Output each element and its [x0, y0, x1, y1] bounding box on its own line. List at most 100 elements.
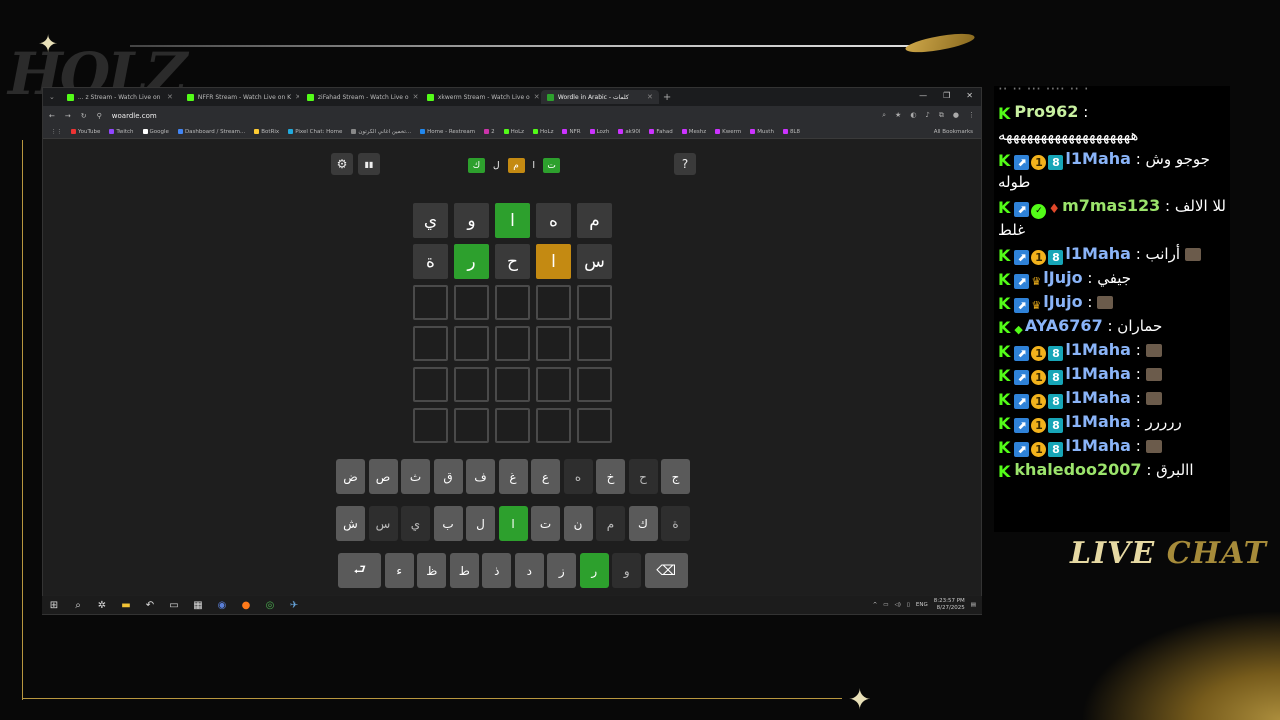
keyboard-key[interactable]: ذ [482, 553, 512, 588]
bookmark-item[interactable]: Fahad [649, 129, 673, 135]
tab-close-icon[interactable]: ✕ [167, 93, 173, 101]
app-icon[interactable]: ▦ [192, 599, 204, 611]
chat-username[interactable]: l1Maha [1065, 436, 1131, 455]
bookmark-star-icon[interactable]: ★ [895, 111, 901, 120]
stats-button[interactable]: ▮▮ [358, 153, 380, 175]
keyboard-key[interactable]: غ [498, 459, 528, 494]
keyboard-key[interactable]: ص [368, 459, 398, 494]
language-indicator[interactable]: ENG [916, 602, 928, 608]
tab-close-icon[interactable]: ✕ [647, 93, 653, 101]
keyboard-key[interactable]: ع [531, 459, 560, 494]
bookmark-item[interactable]: 2 [484, 129, 495, 135]
tab-close-icon[interactable]: ✕ [413, 93, 419, 101]
help-button[interactable]: ? [674, 153, 696, 175]
chat-username[interactable]: lJujo [1043, 268, 1082, 287]
keyboard-key[interactable]: و [612, 553, 642, 588]
keyboard-key[interactable]: ت [531, 506, 560, 541]
maximize-icon[interactable]: ❐ [943, 91, 950, 100]
network-icon[interactable]: ▭ [883, 602, 888, 608]
chat-username[interactable]: l1Maha [1065, 364, 1131, 383]
keyboard-key[interactable]: ث [401, 459, 430, 494]
browser-tab[interactable]: ziFahad Stream - Watch Live o ✕ [301, 90, 419, 104]
minimize-icon[interactable]: — [919, 91, 927, 100]
bookmark-item[interactable]: Dashboard / Stream... [177, 129, 245, 135]
keyboard-key[interactable]: س [368, 506, 398, 541]
chat-username[interactable]: l1Maha [1065, 412, 1131, 431]
chat-username[interactable]: l1Maha [1065, 149, 1131, 168]
media-icon[interactable]: ♪ [925, 111, 929, 120]
chat-username[interactable]: l1Maha [1065, 340, 1131, 359]
keyboard-key[interactable]: د [514, 553, 544, 588]
steam-icon[interactable]: ✈ [288, 599, 300, 611]
bookmark-item[interactable]: Kwerm [715, 129, 741, 135]
url-bar[interactable]: woardle.com [112, 112, 872, 120]
keyboard-key[interactable]: ي [401, 506, 430, 541]
keyboard-key[interactable]: ر [579, 553, 609, 588]
search-icon[interactable]: ⌕ [72, 599, 84, 611]
keyboard-key[interactable]: ء [384, 553, 414, 588]
windows-start-icon[interactable]: ⊞ [48, 599, 60, 611]
chat-username[interactable]: Pro962 [1014, 102, 1078, 121]
bookmark-item[interactable]: Twitch [109, 129, 134, 135]
battery-icon[interactable]: ▯ [907, 602, 910, 608]
file-explorer-icon[interactable]: ▬ [120, 599, 132, 611]
browser-tab[interactable]: NFFR Stream - Watch Live on K ✕ [181, 90, 299, 104]
bookmark-item[interactable]: NFR [562, 129, 581, 135]
bookmark-item[interactable]: Lozh [589, 129, 609, 135]
keyboard-key[interactable]: م [596, 506, 625, 541]
keyboard-key[interactable]: ف [466, 459, 495, 494]
keyboard-key[interactable]: ه [563, 459, 593, 494]
bookmark-item[interactable]: 8L8 [782, 129, 800, 135]
chat-username[interactable]: lJujo [1043, 292, 1082, 311]
extension-icon[interactable]: ◐ [910, 111, 916, 120]
tray-chevron-icon[interactable]: ^ [873, 602, 878, 608]
chat-username[interactable]: m7mas123 [1062, 196, 1160, 215]
chrome-icon[interactable]: ◎ [264, 599, 276, 611]
close-window-icon[interactable]: ✕ [966, 91, 973, 100]
reload-icon[interactable]: ↻ [81, 112, 87, 120]
obs-icon[interactable]: ◉ [216, 599, 228, 611]
menu-icon[interactable]: ⋮ [968, 111, 975, 120]
all-bookmarks[interactable]: All Bookmarks [934, 129, 973, 135]
tab-search-icon[interactable]: ⌄ [49, 93, 55, 101]
bookmark-item[interactable]: BotRix [254, 129, 279, 135]
keyboard-key[interactable]: ك [628, 506, 658, 541]
browser-tab[interactable]: ... z Stream - Watch Live on ✕ [61, 90, 179, 104]
volume-icon[interactable]: ◁) [895, 602, 901, 608]
bookmark-item[interactable]: HoLz [503, 129, 524, 135]
profile-icon[interactable]: ● [953, 111, 959, 120]
browser-tab[interactable]: Wordle in Arabic - كلمات ✕ [540, 90, 659, 104]
app-icon[interactable]: ▭ [168, 599, 180, 611]
browser-tab[interactable]: xkwerm Stream - Watch Live o ✕ [421, 90, 539, 104]
backspace-key[interactable]: ⌫ [644, 553, 688, 588]
tab-close-icon[interactable]: ✕ [534, 93, 539, 101]
keyboard-key[interactable]: ش [336, 506, 365, 541]
firefox-icon[interactable]: ● [240, 599, 252, 611]
notification-icon[interactable]: ▤ [971, 602, 976, 608]
keyboard-key[interactable]: ة [661, 506, 690, 541]
zoom-icon[interactable]: ⌕ [882, 111, 886, 120]
keyboard-key[interactable]: ظ [417, 553, 447, 588]
settings-app-icon[interactable]: ✲ [96, 599, 108, 611]
enter-key[interactable]: ⮐ [338, 553, 382, 588]
bookmark-item[interactable]: Google [142, 129, 169, 135]
apps-icon[interactable]: ⋮⋮ [51, 129, 62, 135]
keyboard-key[interactable]: ب [433, 506, 463, 541]
clock[interactable]: 8:23:57 PM 8/27/2025 [934, 598, 965, 612]
bookmark-item[interactable]: Meshz [681, 129, 706, 135]
keyboard-key[interactable]: ح [628, 459, 658, 494]
keyboard-key[interactable]: ج [661, 459, 690, 494]
keyboard-key[interactable]: ق [433, 459, 463, 494]
new-tab-button[interactable]: + [663, 92, 671, 103]
chat-username[interactable]: AYA6767 [1025, 316, 1103, 335]
keyboard-key[interactable]: ز [547, 553, 577, 588]
keyboard-key[interactable]: ن [563, 506, 593, 541]
bookmark-item[interactable]: YouTube [71, 129, 100, 135]
app-icon[interactable]: ↶ [144, 599, 156, 611]
settings-button[interactable]: ⚙ [331, 153, 353, 175]
bookmark-item[interactable]: ak90l [618, 129, 640, 135]
forward-icon[interactable]: → [65, 112, 71, 120]
chat-username[interactable]: l1Maha [1065, 244, 1131, 263]
bookmark-item[interactable]: Pixel Chat: Home [288, 129, 342, 135]
bookmark-item[interactable]: HoLz [533, 129, 553, 135]
